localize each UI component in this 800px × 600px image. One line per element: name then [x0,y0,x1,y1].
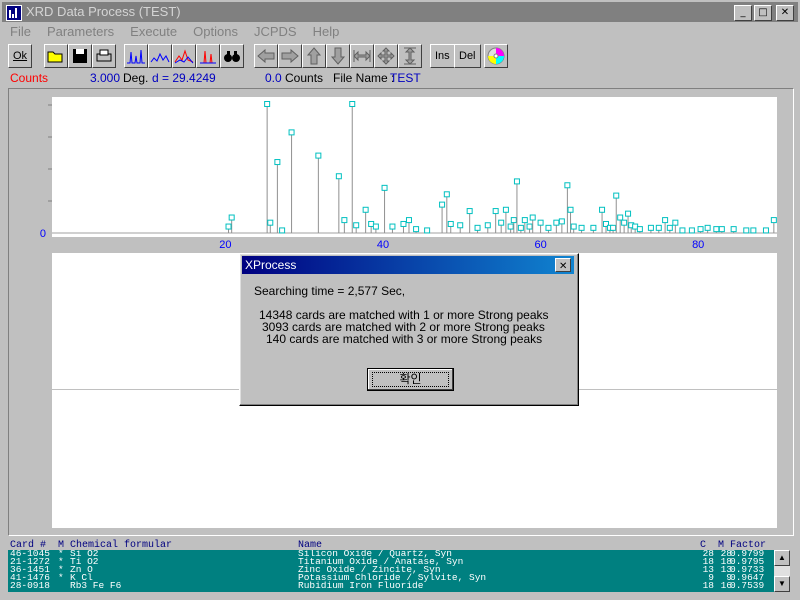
scroll-up-button[interactable]: ▲ [774,550,790,566]
peak-marker[interactable] [405,217,412,224]
y-tick-label: 0 [40,228,46,240]
peak-marker[interactable] [502,206,509,213]
peak-marker[interactable] [510,217,517,224]
peak-marker[interactable] [513,178,520,185]
peak-marker[interactable] [474,224,481,231]
peak-marker[interactable] [466,208,473,215]
peak-marker[interactable] [521,217,528,224]
x-tick-label: 80 [692,239,704,251]
peak-marker[interactable] [498,219,505,226]
peak-marker[interactable] [617,214,624,221]
card-cell-name: Rubidium Iron Fluoride [298,580,424,591]
peak-marker[interactable] [400,220,407,227]
peak-marker[interactable] [647,224,654,231]
peak-marker[interactable] [625,210,632,217]
peak-marker[interactable] [362,206,369,213]
peak-marker[interactable] [424,227,431,234]
dialog-title-bar[interactable]: XProcess ✕ [242,256,574,274]
peak-marker[interactable] [349,101,356,107]
peak-marker[interactable] [590,224,597,231]
peak-marker[interactable] [567,206,574,213]
peak-marker[interactable] [529,214,536,221]
peak-marker[interactable] [267,219,274,226]
dialog-ok-button[interactable]: 확인 [367,368,454,391]
peak-marker[interactable] [225,223,232,230]
peak-marker[interactable] [553,219,560,226]
peak-marker[interactable] [697,226,704,233]
peak-marker[interactable] [389,223,396,230]
arrow-up-icon: ▲ [778,553,786,562]
peak-marker[interactable] [743,227,750,234]
peak-marker[interactable] [341,217,348,224]
peak-marker[interactable] [447,220,454,227]
peak-marker[interactable] [621,219,628,226]
peak-marker[interactable] [264,101,271,107]
peak-marker[interactable] [662,217,669,224]
card-cell-card: 28-0918 [10,580,50,591]
peak-marker[interactable] [718,226,725,233]
peak-marker[interactable] [636,226,643,233]
card-list-scrollbar[interactable]: ▲ ▼ [774,550,790,592]
dialog-title: XProcess [245,258,297,272]
scroll-down-button[interactable]: ▼ [774,576,790,592]
focus-rect [372,372,449,387]
peak-marker[interactable] [672,219,679,226]
peak-marker[interactable] [750,227,757,234]
card-list: 46-1045 * Si O2 Silicon Oxide / Quartz, Syn… [8,550,774,592]
peak-marker[interactable] [655,224,662,231]
close-icon: ✕ [559,261,568,272]
x-tick-label: 40 [377,239,389,251]
peak-marker[interactable] [613,192,620,199]
peak-marker[interactable] [353,222,360,229]
peak-marker[interactable] [666,224,673,231]
xprocess-dialog: XProcess ✕ Searching time = 2,577 Sec, 1… [239,253,579,406]
peak-marker[interactable] [439,201,446,208]
x-tick-label: 60 [534,239,546,251]
card-cell-c: 18 [702,580,714,591]
peak-marker[interactable] [381,184,388,191]
peak-marker[interactable] [315,152,322,159]
peak-marker[interactable] [279,227,286,234]
main-window: XRD Data Process (TEST) _ □ ✕ File Param… [0,0,800,600]
card-cell-m: * [58,572,64,583]
peak-marker[interactable] [770,217,777,224]
peak-marker[interactable] [526,223,533,230]
card-list-header: Card # M Chemical formular Name C M Fact… [8,540,792,551]
peak-marker[interactable] [457,222,464,229]
peak-marker[interactable] [517,224,524,231]
x-tick-label: 20 [219,239,231,251]
peak-marker[interactable] [679,227,686,234]
peak-marker[interactable] [288,129,295,136]
peak-marker[interactable] [704,224,711,231]
peak-marker[interactable] [762,227,769,234]
peak-marker[interactable] [372,223,379,230]
peak-marker[interactable] [599,206,606,213]
peak-marker[interactable] [688,227,695,234]
peak-marker[interactable] [570,223,577,230]
peak-marker[interactable] [274,159,281,166]
peak-marker[interactable] [730,226,737,233]
peak-marker[interactable] [413,226,420,233]
peak-marker[interactable] [578,224,585,231]
xrd-chart: 0 20 40 60 80 [40,101,777,251]
peak-marker[interactable] [492,208,499,215]
dialog-match-line-3: 140 cards are matched with 3 or more Str… [266,332,543,346]
peak-marker[interactable] [713,226,720,233]
peak-marker[interactable] [228,214,235,221]
dialog-close-button[interactable]: ✕ [555,258,571,272]
peak-marker[interactable] [610,224,617,231]
peak-marker[interactable] [558,218,565,225]
peak-marker[interactable] [484,222,491,229]
peak-marker[interactable] [335,173,342,180]
peak-marker[interactable] [564,182,571,189]
dialog-search-time: Searching time = 2,577 Sec, [254,284,406,298]
card-row[interactable]: 28-0918 Rb3 Fe F6 Rubidium Iron Fluoride 18… [8,580,774,591]
arrow-down-icon: ▼ [778,579,786,588]
card-cell-factor: 0.7539 [730,580,765,591]
peak-marker[interactable] [537,219,544,226]
peak-marker[interactable] [545,224,552,231]
peak-marker[interactable] [443,191,450,198]
peak-marker[interactable] [507,223,514,230]
card-cell-formula: Rb3 Fe F6 [70,580,122,591]
